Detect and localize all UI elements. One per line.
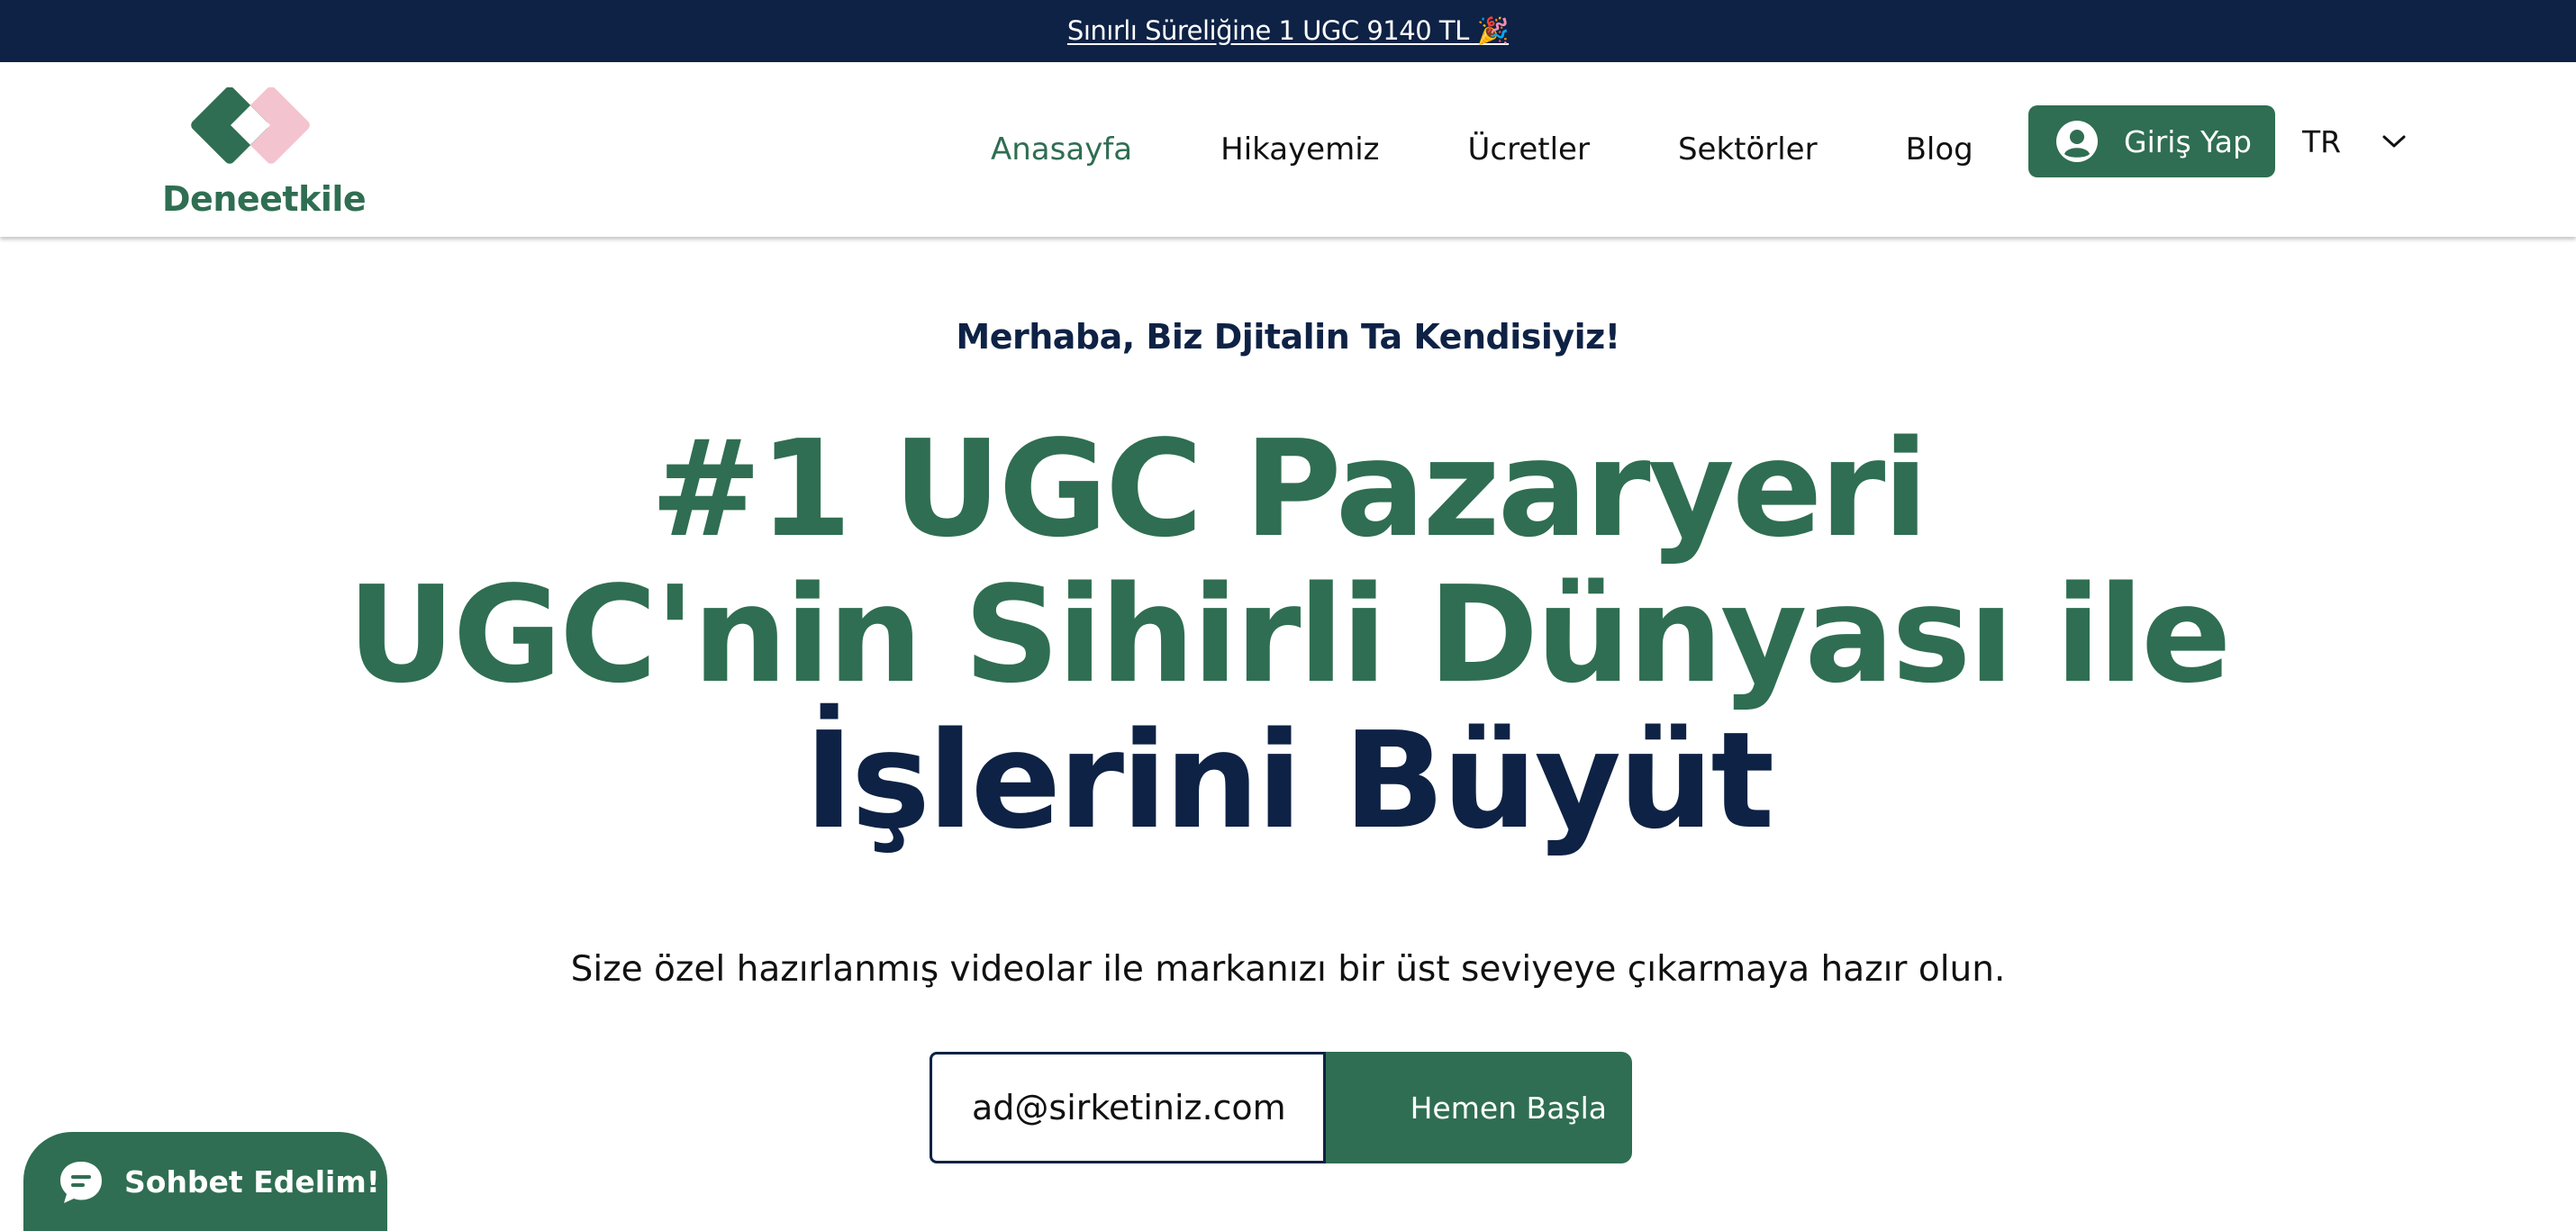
email-input[interactable] xyxy=(930,1052,1326,1163)
chat-widget[interactable]: Sohbet Edelim! xyxy=(23,1132,387,1231)
nav-item-anasayfa[interactable]: Anasayfa xyxy=(991,131,1132,167)
chevron-down-icon xyxy=(2382,135,2406,148)
logo-text: Deneetkile xyxy=(162,179,367,219)
nav-item-hikayemiz[interactable]: Hikayemiz xyxy=(1220,131,1379,167)
language-selector[interactable]: TR xyxy=(2302,105,2408,177)
hero-title: #1 UGC Pazaryeri UGC'nin Sihirli Dünyası… xyxy=(0,416,2576,854)
signup-form: Hemen Başla xyxy=(930,1052,1632,1163)
hero-subtitle: Size özel hazırlanmış videolar ile marka… xyxy=(570,949,2006,990)
user-avatar-icon xyxy=(2056,121,2098,162)
chat-bubble-icon xyxy=(60,1162,102,1203)
logo-mark-icon xyxy=(191,87,310,164)
hero-title-line-1: #1 UGC Pazaryeri xyxy=(649,412,1928,566)
hero-title-line-2: UGC'nin Sihirli Dünyası ile xyxy=(347,557,2231,712)
login-button[interactable]: Giriş Yap xyxy=(2028,105,2275,177)
hero-title-line-3: İşlerini Büyüt xyxy=(803,703,1774,858)
login-label: Giriş Yap xyxy=(2124,123,2252,159)
hero-greeting: Merhaba, Biz Djitalin Ta Kendisiyiz! xyxy=(956,317,1620,357)
start-button[interactable]: Hemen Başla xyxy=(1326,1052,1632,1163)
nav-item-ucretler[interactable]: Ücretler xyxy=(1468,131,1590,167)
announcement-bar: Sınırlı Süreliğine 1 UGC 9140 TL 🎉 xyxy=(0,0,2576,62)
logo[interactable]: Deneetkile xyxy=(162,87,367,222)
nav-item-sektorler[interactable]: Sektörler xyxy=(1678,131,1818,167)
nav-item-blog[interactable]: Blog xyxy=(1906,131,1973,167)
announcement-link[interactable]: Sınırlı Süreliğine 1 UGC 9140 TL 🎉 xyxy=(1067,15,1510,47)
chat-label: Sohbet Edelim! xyxy=(124,1164,380,1199)
language-label: TR xyxy=(2302,123,2342,159)
main-nav: Anasayfa Hikayemiz Ücretler Sektörler Bl… xyxy=(991,62,2062,237)
site-header: Deneetkile Anasayfa Hikayemiz Ücretler S… xyxy=(0,62,2576,237)
